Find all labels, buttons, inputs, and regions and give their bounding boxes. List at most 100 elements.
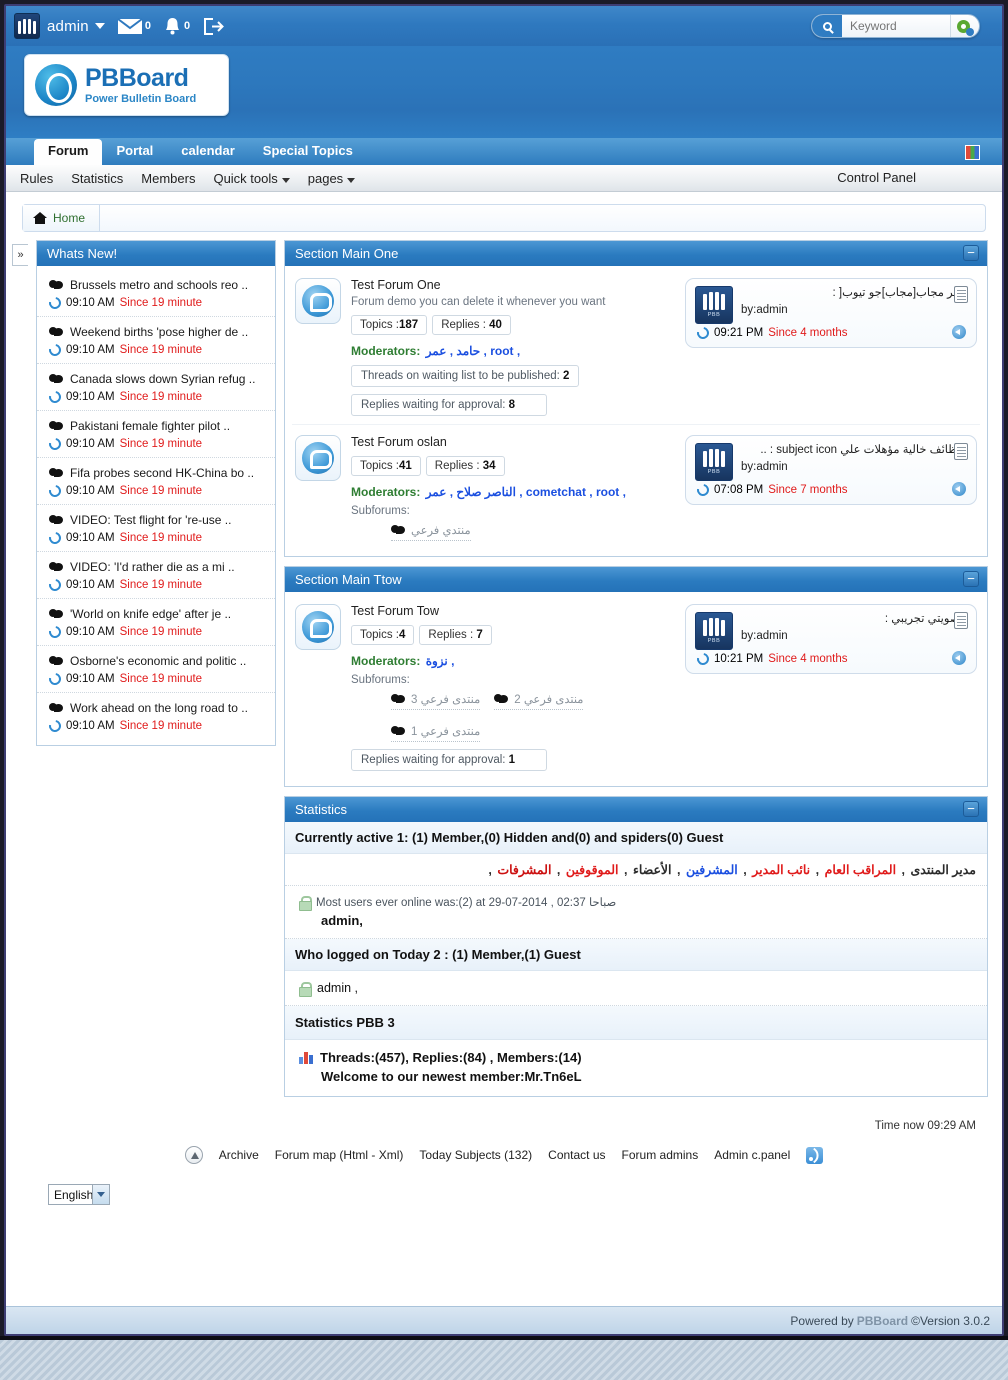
language-select[interactable]: English bbox=[48, 1184, 110, 1205]
footer-link[interactable]: Forum map (Html - Xml) bbox=[275, 1148, 404, 1162]
control-panel-link[interactable]: Control Panel bbox=[837, 170, 916, 185]
whats-new-item[interactable]: Canada slows down Syrian refug ..09:10 A… bbox=[37, 364, 275, 411]
section-header: Section Main Ttow− bbox=[285, 567, 987, 592]
scroll-top-icon[interactable] bbox=[185, 1146, 203, 1164]
username-label[interactable]: admin bbox=[47, 18, 89, 35]
subforum-item[interactable]: منتدي فرعي bbox=[391, 523, 471, 541]
sub-navigation: Rules Statistics Members Quick tools pag… bbox=[6, 165, 1002, 192]
usergroup-link[interactable]: مدير المنتدى bbox=[910, 863, 976, 877]
most-online-block: Most users ever online was:(2) at 29-07-… bbox=[285, 886, 987, 939]
subnav-statistics[interactable]: Statistics bbox=[71, 171, 123, 186]
whats-new-item-title-row: Osborne's economic and politic .. bbox=[49, 654, 265, 668]
forum-name[interactable]: Test Forum oslan bbox=[351, 435, 675, 449]
footer-link[interactable]: Today Subjects (132) bbox=[419, 1148, 532, 1162]
sidebar-collapse-toggle[interactable]: » bbox=[12, 244, 28, 266]
goto-last-post-icon[interactable] bbox=[952, 482, 966, 496]
who-today-line: Who logged on Today 2 : (1) Member,(1) G… bbox=[285, 939, 987, 971]
forum-name[interactable]: Test Forum One bbox=[351, 278, 675, 292]
footer-link[interactable]: Contact us bbox=[548, 1148, 605, 1162]
subnav-members[interactable]: Members bbox=[141, 171, 195, 186]
whats-new-item-title[interactable]: Osborne's economic and politic .. bbox=[70, 654, 246, 668]
collapse-icon[interactable]: − bbox=[963, 571, 979, 587]
tab-forum[interactable]: Forum bbox=[34, 139, 102, 165]
tab-special-topics[interactable]: Special Topics bbox=[249, 139, 367, 165]
whats-new-item-title[interactable]: 'World on knife edge' after je .. bbox=[70, 607, 231, 621]
goto-last-post-icon[interactable] bbox=[952, 651, 966, 665]
chevron-down-icon[interactable] bbox=[92, 1185, 109, 1204]
last-post-author[interactable]: by:admin bbox=[741, 461, 967, 473]
forum-name[interactable]: Test Forum Tow bbox=[351, 604, 675, 618]
note-icon[interactable] bbox=[954, 612, 968, 629]
moderators-list[interactable]: نزوة , bbox=[426, 654, 455, 668]
search-input[interactable] bbox=[842, 15, 950, 37]
whats-new-item-meta: 09:10 AMSince 19 minute bbox=[49, 532, 265, 544]
whats-new-item-title[interactable]: Pakistani female fighter pilot .. bbox=[70, 419, 230, 433]
moderators-list[interactable]: الناصر صلاح , عمر , cometchat , root , bbox=[426, 485, 626, 499]
alerts-button[interactable]: 0 bbox=[163, 17, 190, 36]
subnav-pages[interactable]: pages bbox=[308, 171, 355, 186]
search-icon[interactable] bbox=[812, 14, 842, 38]
logout-button[interactable] bbox=[202, 17, 224, 36]
whats-new-item-title[interactable]: Work ahead on the long road to .. bbox=[70, 701, 248, 715]
separator: , bbox=[553, 863, 563, 877]
rss-icon[interactable] bbox=[806, 1147, 823, 1164]
usergroup-link[interactable]: نائب المدير bbox=[752, 863, 810, 877]
whats-new-item-title[interactable]: VIDEO: 'I'd rather die as a mi .. bbox=[70, 560, 235, 574]
search-settings-gear-icon[interactable] bbox=[950, 15, 976, 37]
footer-link[interactable]: Admin c.panel bbox=[714, 1148, 790, 1162]
subnav-rules[interactable]: Rules bbox=[20, 171, 53, 186]
today-member-name[interactable]: admin , bbox=[317, 981, 358, 995]
subforum-item[interactable]: منتدى فرعي 2 bbox=[494, 692, 583, 710]
note-icon[interactable] bbox=[954, 443, 968, 460]
whats-new-item[interactable]: VIDEO: Test flight for 're-use .. 09:10 A… bbox=[37, 505, 275, 552]
search-box[interactable] bbox=[811, 14, 980, 38]
last-post-subject[interactable]: تصويتي تجريبي : bbox=[741, 612, 967, 628]
powered-brand[interactable]: PBBoard bbox=[857, 1314, 908, 1328]
footer-link[interactable]: Archive bbox=[219, 1148, 259, 1162]
whats-new-item-title[interactable]: Canada slows down Syrian refug .. bbox=[70, 372, 255, 386]
whats-new-item[interactable]: Osborne's economic and politic ..09:10 A… bbox=[37, 646, 275, 693]
whats-new-item[interactable]: VIDEO: 'I'd rather die as a mi ..09:10 A… bbox=[37, 552, 275, 599]
whats-new-item-title[interactable]: VIDEO: Test flight for 're-use .. bbox=[70, 513, 231, 527]
collapse-icon[interactable]: − bbox=[963, 801, 979, 817]
collapse-icon[interactable]: − bbox=[963, 245, 979, 261]
last-post-subject[interactable]: غير مجاب[مجاب]جو تيوب[ : bbox=[741, 286, 967, 302]
subforum-item[interactable]: منتدى فرعي 3 bbox=[391, 692, 480, 710]
whats-new-item[interactable]: Pakistani female fighter pilot ..09:10 A… bbox=[37, 411, 275, 458]
breadcrumb-home[interactable]: Home bbox=[23, 205, 100, 231]
waiting-box: Replies waiting for approval: 1 bbox=[351, 749, 547, 771]
whats-new-item-title[interactable]: Weekend births 'pose higher de .. bbox=[70, 325, 248, 339]
today-members-block: admin , bbox=[285, 971, 987, 1006]
last-post-subject[interactable]: وظائف خالية مؤهلات علي subject icon : .. bbox=[741, 443, 967, 459]
usergroup-link[interactable]: الموقوفين bbox=[566, 863, 619, 877]
goto-last-post-icon[interactable] bbox=[952, 325, 966, 339]
tab-calendar[interactable]: calendar bbox=[167, 139, 248, 165]
chevron-down-icon bbox=[347, 178, 355, 183]
usergroup-link[interactable]: المراقب العام bbox=[825, 863, 896, 877]
subnav-quick-tools[interactable]: Quick tools bbox=[213, 171, 289, 186]
tab-portal[interactable]: Portal bbox=[102, 139, 167, 165]
last-post-time: 10:21 PM bbox=[714, 653, 763, 665]
messages-button[interactable]: 0 bbox=[117, 18, 151, 35]
subforum-item[interactable]: منتدى فرعي 1 bbox=[391, 724, 480, 742]
whats-new-item[interactable]: 'World on knife edge' after je ..09:10 A… bbox=[37, 599, 275, 646]
note-icon[interactable] bbox=[954, 286, 968, 303]
whats-new-item-title[interactable]: Fifa probes second HK-China bo .. bbox=[70, 466, 254, 480]
site-logo[interactable]: PBBoard Power Bulletin Board bbox=[24, 54, 229, 116]
whats-new-item[interactable]: Fifa probes second HK-China bo ..09:10 A… bbox=[37, 458, 275, 505]
usergroup-link[interactable]: الأعضاء bbox=[633, 863, 672, 877]
whats-new-item-title[interactable]: Brussels metro and schools reo .. bbox=[70, 278, 248, 292]
last-post-author[interactable]: by:admin bbox=[741, 630, 967, 642]
usergroup-link[interactable]: المشرفات bbox=[497, 863, 551, 877]
footer-link[interactable]: Forum admins bbox=[622, 1148, 699, 1162]
chevron-down-icon[interactable] bbox=[95, 23, 105, 29]
color-palette-icon[interactable] bbox=[965, 145, 980, 160]
last-post-author[interactable]: by:admin bbox=[741, 304, 967, 316]
whats-new-item[interactable]: Brussels metro and schools reo ..09:10 A… bbox=[37, 270, 275, 317]
whats-new-item[interactable]: Work ahead on the long road to ..09:10 A… bbox=[37, 693, 275, 739]
usergroup-link[interactable]: المشرفين bbox=[686, 863, 738, 877]
whats-new-item[interactable]: Weekend births 'pose higher de ..09:10 A… bbox=[37, 317, 275, 364]
moderators-list[interactable]: حامد , عمر , root , bbox=[426, 344, 521, 358]
topics-count: Topics :187 bbox=[351, 315, 427, 335]
last-post-card: PBBوظائف خالية مؤهلات علي subject icon :… bbox=[685, 435, 977, 505]
